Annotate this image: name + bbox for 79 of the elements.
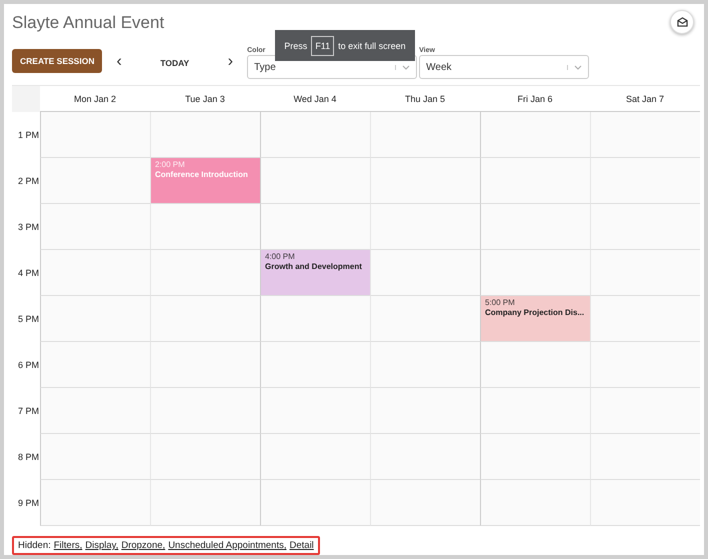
- calendar-cell[interactable]: [260, 434, 370, 480]
- hour-label: 8 PM: [16, 451, 40, 464]
- chevron-down-icon: [574, 64, 582, 70]
- calendar-cell[interactable]: [260, 342, 370, 388]
- calendar-cell[interactable]: [260, 158, 370, 204]
- hour-label: 3 PM: [16, 221, 40, 234]
- calendar-cell[interactable]: [260, 388, 370, 434]
- mail-button[interactable]: [670, 10, 694, 34]
- calendar-cell[interactable]: [150, 296, 260, 342]
- hour-label: 7 PM: [16, 405, 40, 418]
- calendar-cell[interactable]: [150, 112, 260, 158]
- calendar-cell[interactable]: [590, 112, 700, 158]
- event-block[interactable]: 5:00 PM Company Projection Dis...: [481, 296, 590, 341]
- select-field[interactable]: Week: [419, 55, 590, 79]
- calendar-cell[interactable]: [150, 388, 260, 434]
- create-session-button[interactable]: CREATE SESSION: [12, 49, 102, 73]
- calendar-cell[interactable]: [260, 112, 370, 158]
- calendar-cell[interactable]: [40, 388, 150, 434]
- today-button[interactable]: TODAY: [136, 57, 214, 69]
- calendar-cell[interactable]: [40, 296, 150, 342]
- calendar-cell[interactable]: [260, 480, 370, 526]
- calendar-cell[interactable]: [590, 158, 700, 204]
- calendar-cell[interactable]: [40, 480, 150, 526]
- calendar-cell[interactable]: [40, 204, 150, 250]
- event-block[interactable]: 4:00 PM Growth and Development: [261, 250, 370, 295]
- calendar-cell[interactable]: [370, 480, 480, 526]
- panel-link[interactable]: Detail: [290, 540, 314, 551]
- calendar-cell[interactable]: [480, 480, 590, 526]
- calendar-cell[interactable]: [370, 112, 480, 158]
- calendar-cell[interactable]: [480, 388, 590, 434]
- calendar-cell[interactable]: [480, 112, 590, 158]
- hour-label: 6 PM: [16, 359, 40, 372]
- fullscreen-toast: Press F11 to exit full screen: [275, 30, 415, 61]
- calendar-cell[interactable]: [40, 158, 150, 204]
- panel-link[interactable]: Display,: [85, 540, 118, 551]
- previous-button[interactable]: ‹: [110, 53, 128, 71]
- calendar-cell[interactable]: [480, 434, 590, 480]
- calendar-cell[interactable]: [480, 204, 590, 250]
- calendar-cell[interactable]: [370, 204, 480, 250]
- calendar-cell[interactable]: [590, 296, 700, 342]
- calendar-cell[interactable]: [150, 480, 260, 526]
- hour-label: 1 PM: [16, 129, 40, 142]
- calendar-cell[interactable]: [370, 158, 480, 204]
- calendar-cell[interactable]: [590, 204, 700, 250]
- panel-link[interactable]: Dropzone,: [121, 540, 166, 551]
- calendar-cell[interactable]: [40, 342, 150, 388]
- calendar-cell[interactable]: [370, 250, 480, 296]
- calendar-cell[interactable]: [480, 158, 590, 204]
- hour-label: 5 PM: [16, 313, 40, 326]
- calendar-cell[interactable]: [370, 434, 480, 480]
- calendar-cell[interactable]: [590, 388, 700, 434]
- panel-link[interactable]: Filters,: [54, 540, 82, 551]
- next-button[interactable]: ›: [222, 53, 240, 71]
- hour-label: 4 PM: [16, 267, 40, 280]
- calendar-cell[interactable]: [40, 112, 150, 158]
- envelope-icon: [676, 16, 688, 27]
- calendar-cell[interactable]: [590, 480, 700, 526]
- hour-label: 9 PM: [16, 497, 40, 510]
- calendar-cell[interactable]: [590, 434, 700, 480]
- page-title: Slayte Annual Event: [12, 12, 164, 33]
- calendar-cell[interactable]: [480, 342, 590, 388]
- calendar-cell[interactable]: [260, 204, 370, 250]
- hidden-label: Hidden:: [18, 540, 51, 551]
- calendar-cell[interactable]: [150, 342, 260, 388]
- calendar-cell[interactable]: [370, 342, 480, 388]
- calendar-cell[interactable]: [40, 250, 150, 296]
- calendar-cell[interactable]: [480, 250, 590, 296]
- hour-label: 2 PM: [16, 175, 40, 188]
- calendar-cell[interactable]: [150, 204, 260, 250]
- calendar-cell[interactable]: [590, 250, 700, 296]
- calendar-cell[interactable]: [150, 434, 260, 480]
- panel-link[interactable]: Unscheduled Appointments,: [168, 540, 286, 551]
- calendar-cell[interactable]: [260, 296, 370, 342]
- chevron-down-icon: [402, 64, 410, 70]
- calendar-cell[interactable]: [40, 434, 150, 480]
- calendar-cell[interactable]: [370, 388, 480, 434]
- calendar-cell[interactable]: [370, 296, 480, 342]
- calendar-cell[interactable]: [590, 342, 700, 388]
- calendar-cell[interactable]: [150, 250, 260, 296]
